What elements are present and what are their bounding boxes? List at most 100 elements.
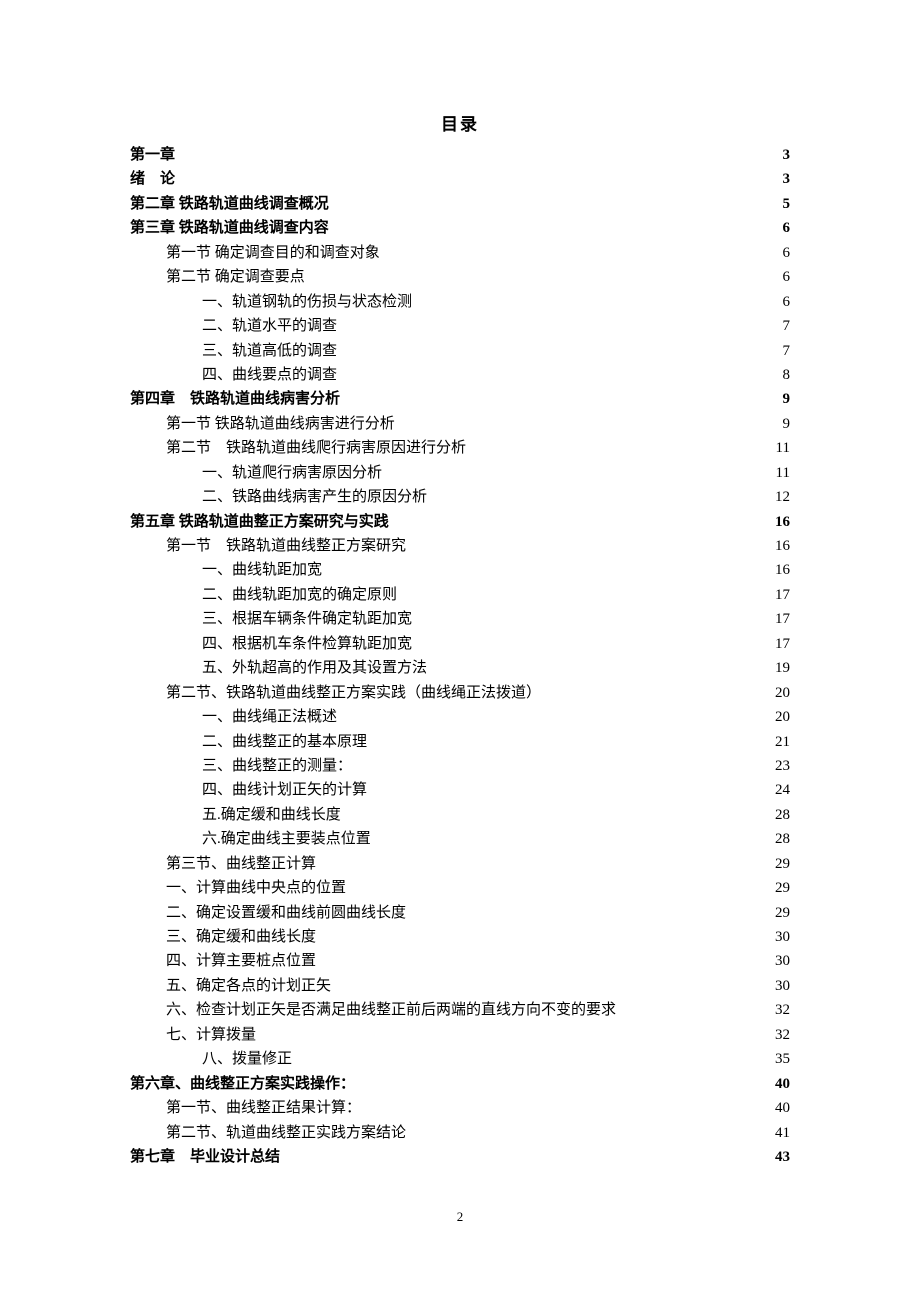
toc-entry-page: 29 <box>775 901 790 925</box>
toc-entry-label: 第二节、轨道曲线整正实践方案结论 <box>166 1121 406 1145</box>
toc-entry: 第七章 毕业设计总结 43 <box>130 1145 790 1169</box>
toc-entry-label: 四、计算主要桩点位置 <box>166 949 316 973</box>
toc-entry-page: 11 <box>776 461 790 485</box>
toc-entry-page: 5 <box>783 192 791 216</box>
toc-entry-page: 12 <box>775 485 790 509</box>
toc-entry: 第五章 铁路轨道曲整正方案研究与实践 16 <box>130 510 790 534</box>
toc-entry-page: 9 <box>783 387 791 411</box>
toc-entry: 二、铁路曲线病害产生的原因分析 12 <box>130 485 790 509</box>
toc-entry-page: 17 <box>775 583 790 607</box>
toc-entry-page: 16 <box>775 534 790 558</box>
toc-entry-page: 16 <box>775 510 790 534</box>
toc-entry-page: 28 <box>775 827 790 851</box>
toc-entry: 第一章3 <box>130 143 790 167</box>
toc-entry-label: 第一节 确定调查目的和调查对象 <box>166 241 380 265</box>
toc-entry: 五、外轨超高的作用及其设置方法 19 <box>130 656 790 680</box>
toc-entry-label: 七、计算拨量 <box>166 1023 256 1047</box>
toc-entry-page: 41 <box>775 1121 790 1145</box>
toc-entry-label: 四、曲线计划正矢的计算 <box>202 778 367 802</box>
toc-entry: 四、曲线要点的调查 8 <box>130 363 790 387</box>
toc-entry-page: 19 <box>775 656 790 680</box>
toc-entry-label: 第二节 确定调查要点 <box>166 265 305 289</box>
toc-entry-page: 7 <box>783 339 791 363</box>
page-number: 2 <box>130 1209 790 1225</box>
toc-entry: 六.确定曲线主要装点位置 28 <box>130 827 790 851</box>
toc-entry: 一、轨道钢轨的伤损与状态检测 6 <box>130 290 790 314</box>
toc-entry-label: 八、拨量修正 <box>202 1047 292 1071</box>
toc-entry-page: 8 <box>783 363 791 387</box>
toc-entry-label: 第一章 <box>130 143 175 167</box>
toc-entry-label: 六.确定曲线主要装点位置 <box>202 827 371 851</box>
toc-entry-page: 24 <box>775 778 790 802</box>
toc-entry-page: 43 <box>775 1145 790 1169</box>
toc-entry-label: 第七章 毕业设计总结 <box>130 1145 280 1169</box>
toc-entry-page: 7 <box>783 314 791 338</box>
toc-entry-label: 三、根据车辆条件确定轨距加宽 <box>202 607 412 631</box>
toc-entry-label: 第一节、曲线整正结果计算： <box>166 1096 361 1120</box>
toc-entry-page: 40 <box>775 1096 790 1120</box>
toc-entry-label: 第一节 铁路轨道曲线病害进行分析 <box>166 412 395 436</box>
toc-entry-label: 二、曲线轨距加宽的确定原则 <box>202 583 397 607</box>
toc-entry-label: 第一节 铁路轨道曲线整正方案研究 <box>166 534 406 558</box>
toc-entry-label: 二、曲线整正的基本原理 <box>202 730 367 754</box>
toc-entry-page: 11 <box>776 436 790 460</box>
toc-entry-page: 29 <box>775 852 790 876</box>
toc-entry-page: 28 <box>775 803 790 827</box>
toc-entry: 四、曲线计划正矢的计算 24 <box>130 778 790 802</box>
toc-entry-page: 35 <box>775 1047 790 1071</box>
toc-entry: 第一节 确定调查目的和调查对象6 <box>130 241 790 265</box>
toc-entry-page: 32 <box>775 1023 790 1047</box>
toc-entry-page: 9 <box>783 412 791 436</box>
toc-entry-label: 第三节、曲线整正计算 <box>166 852 316 876</box>
toc-entry-label: 二、铁路曲线病害产生的原因分析 <box>202 485 427 509</box>
toc-entry: 七、计算拨量 32 <box>130 1023 790 1047</box>
toc-entry-page: 30 <box>775 949 790 973</box>
toc-entry-page: 16 <box>775 558 790 582</box>
toc-entry-label: 第二节、铁路轨道曲线整正方案实践（曲线绳正法拨道） <box>166 681 541 705</box>
toc-entry-page: 30 <box>775 974 790 998</box>
toc-entry-page: 30 <box>775 925 790 949</box>
toc-entry: 第三节、曲线整正计算 29 <box>130 852 790 876</box>
toc-entry: 一、曲线绳正法概述20 <box>130 705 790 729</box>
toc-entry: 一、曲线轨距加宽 16 <box>130 558 790 582</box>
toc-entry-page: 6 <box>783 216 791 240</box>
toc-entry-label: 二、确定设置缓和曲线前圆曲线长度 <box>166 901 406 925</box>
toc-entry-page: 6 <box>783 265 791 289</box>
toc-entry: 三、轨道高低的调查 7 <box>130 339 790 363</box>
toc-entry-label: 第六章、曲线整正方案实践操作： <box>130 1072 355 1096</box>
toc-entry-label: 一、轨道钢轨的伤损与状态检测 <box>202 290 412 314</box>
toc-entry: 第六章、曲线整正方案实践操作： 40 <box>130 1072 790 1096</box>
toc-entry-page: 6 <box>783 290 791 314</box>
toc-entry: 第一节、曲线整正结果计算： 40 <box>130 1096 790 1120</box>
toc-entry-label: 六、检查计划正矢是否满足曲线整正前后两端的直线方向不变的要求 <box>166 998 616 1022</box>
toc-entry-label: 三、确定缓和曲线长度 <box>166 925 316 949</box>
toc-entry-page: 40 <box>775 1072 790 1096</box>
toc-entry: 三、根据车辆条件确定轨距加宽17 <box>130 607 790 631</box>
toc-entry-label: 第二章 铁路轨道曲线调查概况 <box>130 192 329 216</box>
toc-entry: 第二节、轨道曲线整正实践方案结论 41 <box>130 1121 790 1145</box>
toc-entry: 四、计算主要桩点位置 30 <box>130 949 790 973</box>
toc-entry-label: 一、曲线轨距加宽 <box>202 558 322 582</box>
toc-entry-label: 绪 论 <box>130 167 175 191</box>
toc-entry: 第二节、铁路轨道曲线整正方案实践（曲线绳正法拨道）20 <box>130 681 790 705</box>
toc-entry-label: 一、曲线绳正法概述 <box>202 705 337 729</box>
toc-entry-label: 四、根据机车条件检算轨距加宽 <box>202 632 412 656</box>
toc-entry: 二、曲线轨距加宽的确定原则 17 <box>130 583 790 607</box>
toc-entry: 二、曲线整正的基本原理 21 <box>130 730 790 754</box>
toc-entry: 五、确定各点的计划正矢 30 <box>130 974 790 998</box>
toc-entry: 绪 论3 <box>130 167 790 191</box>
toc-title: 目录 <box>130 110 790 135</box>
toc-entry: 五.确定缓和曲线长度28 <box>130 803 790 827</box>
toc-entry: 三、曲线整正的测量：23 <box>130 754 790 778</box>
toc-entry-page: 32 <box>775 998 790 1022</box>
toc-entry-label: 五、外轨超高的作用及其设置方法 <box>202 656 427 680</box>
toc-entry: 第一节 铁路轨道曲线病害进行分析 9 <box>130 412 790 436</box>
toc-entry-label: 四、曲线要点的调查 <box>202 363 337 387</box>
toc-entry: 第二节 确定调查要点 6 <box>130 265 790 289</box>
toc-entry-label: 三、轨道高低的调查 <box>202 339 337 363</box>
toc-entry-label: 五、确定各点的计划正矢 <box>166 974 331 998</box>
toc-entry-page: 21 <box>775 730 790 754</box>
toc-entry: 第二节 铁路轨道曲线爬行病害原因进行分析11 <box>130 436 790 460</box>
toc-entry: 六、检查计划正矢是否满足曲线整正前后两端的直线方向不变的要求 32 <box>130 998 790 1022</box>
toc-entry-label: 第五章 铁路轨道曲整正方案研究与实践 <box>130 510 389 534</box>
